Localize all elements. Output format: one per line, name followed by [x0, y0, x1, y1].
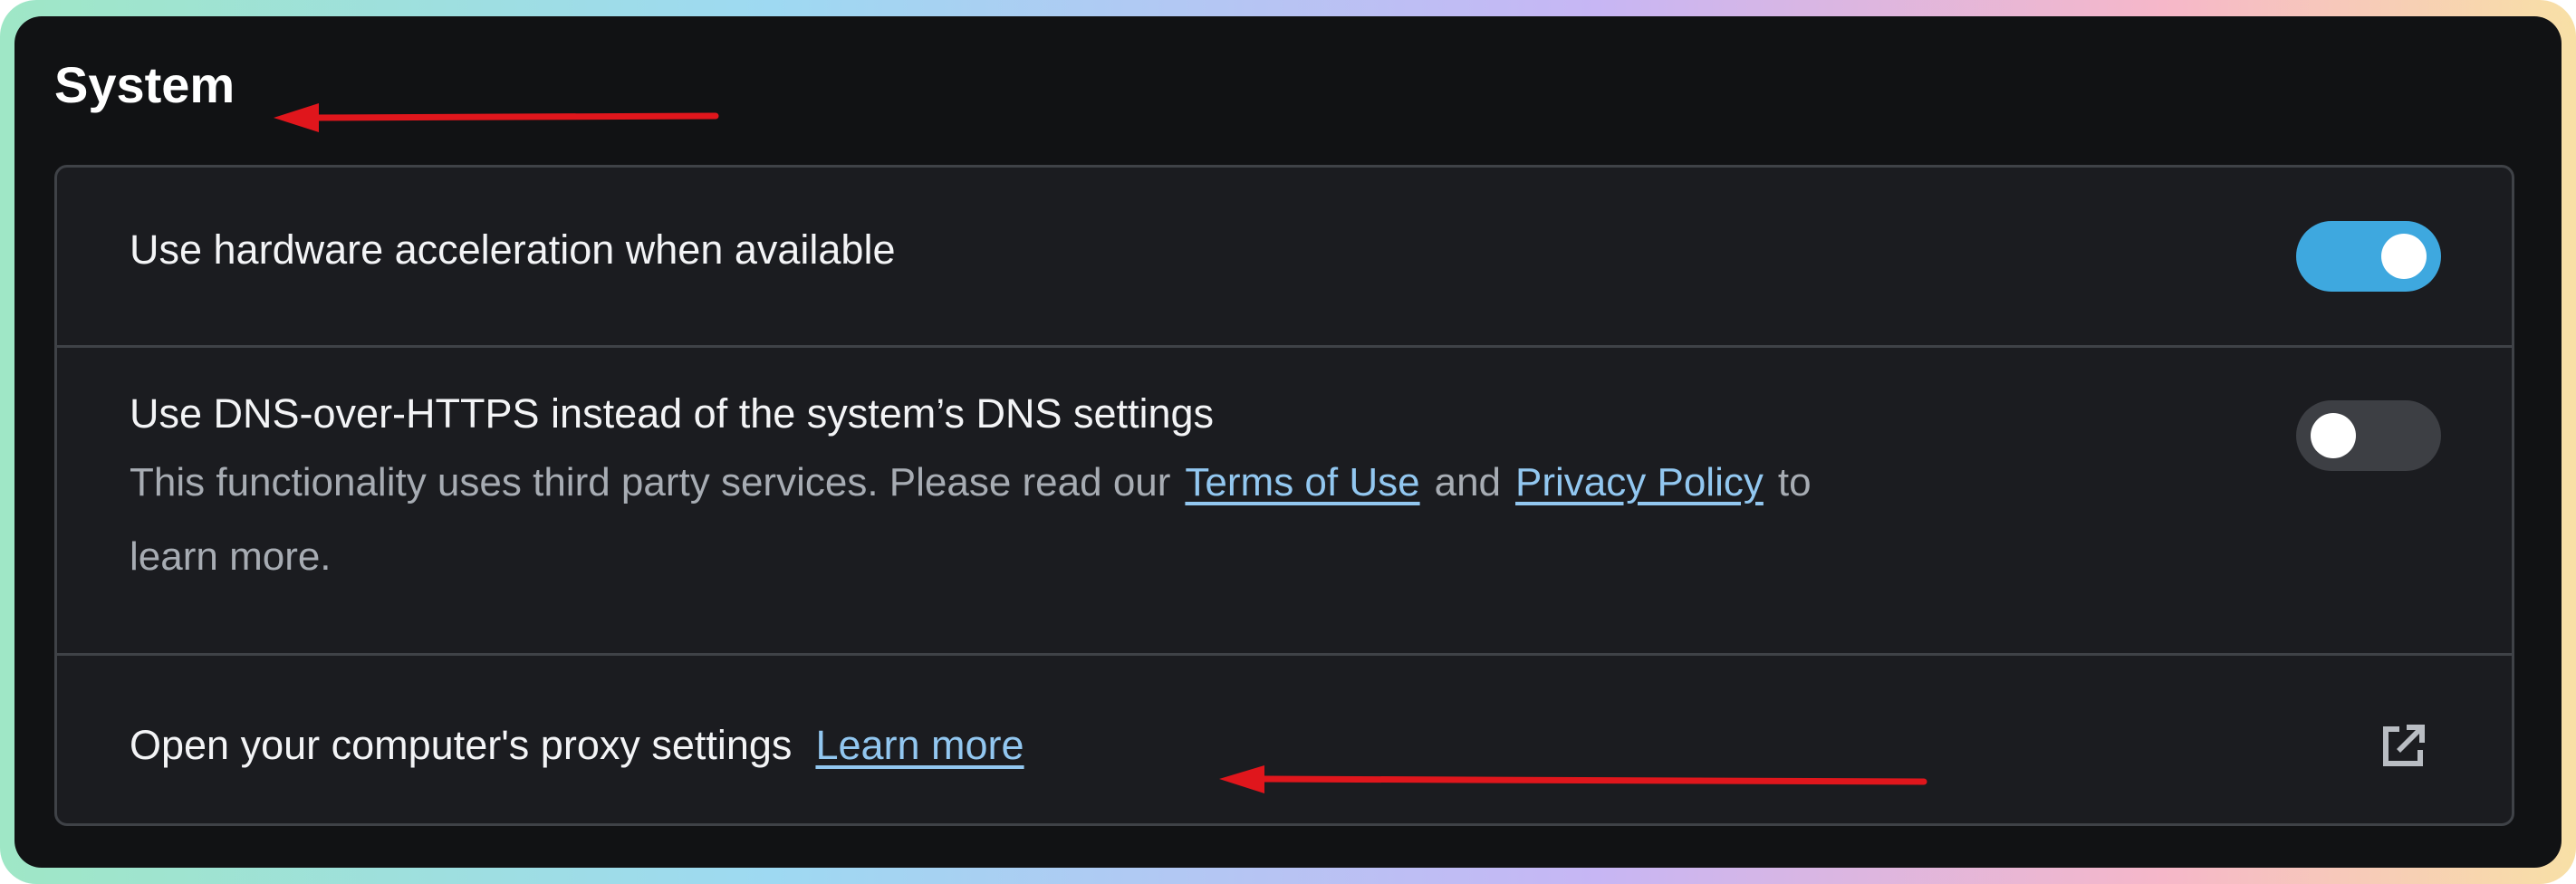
learn-more-link[interactable]: Learn more: [815, 722, 1024, 768]
terms-of-use-link[interactable]: Terms of Use: [1185, 460, 1419, 504]
proxy-settings-label: Open your computer's proxy settings: [130, 722, 793, 768]
system-settings-card: Use hardware acceleration when available…: [54, 165, 2514, 826]
toggle-knob: [2381, 234, 2427, 279]
dns-over-https-toggle[interactable]: [2296, 400, 2441, 471]
dns-description: This functionality uses third party serv…: [130, 446, 2122, 594]
proxy-settings-row[interactable]: Open your computer's proxy settings Learn…: [57, 653, 2512, 823]
dns-over-https-row: Use DNS-over-HTTPS instead of the system…: [57, 345, 2512, 653]
gradient-frame: System Use hardware acceleration when av…: [0, 0, 2576, 884]
hardware-acceleration-toggle[interactable]: [2296, 221, 2441, 292]
proxy-settings-label-group: Open your computer's proxy settings Learn…: [130, 721, 1024, 770]
dns-description-to: to: [1777, 460, 1812, 504]
external-link-icon[interactable]: [2376, 717, 2432, 774]
dns-description-and: and: [1434, 460, 1502, 504]
dns-description-line-2: learn more.: [130, 534, 332, 579]
dns-description-text: This functionality uses third party serv…: [130, 460, 1171, 504]
toggle-knob: [2311, 413, 2356, 458]
annotation-arrow: [274, 103, 719, 132]
dns-over-https-label: Use DNS-over-HTTPS instead of the system…: [130, 390, 1215, 437]
dns-description-line-1: This functionality uses third party serv…: [130, 446, 2122, 520]
settings-window: System Use hardware acceleration when av…: [14, 16, 2562, 868]
hardware-acceleration-row: Use hardware acceleration when available: [57, 168, 2512, 345]
section-title: System: [54, 56, 235, 113]
privacy-policy-link[interactable]: Privacy Policy: [1515, 460, 1764, 504]
hardware-acceleration-label: Use hardware acceleration when available: [130, 226, 896, 273]
